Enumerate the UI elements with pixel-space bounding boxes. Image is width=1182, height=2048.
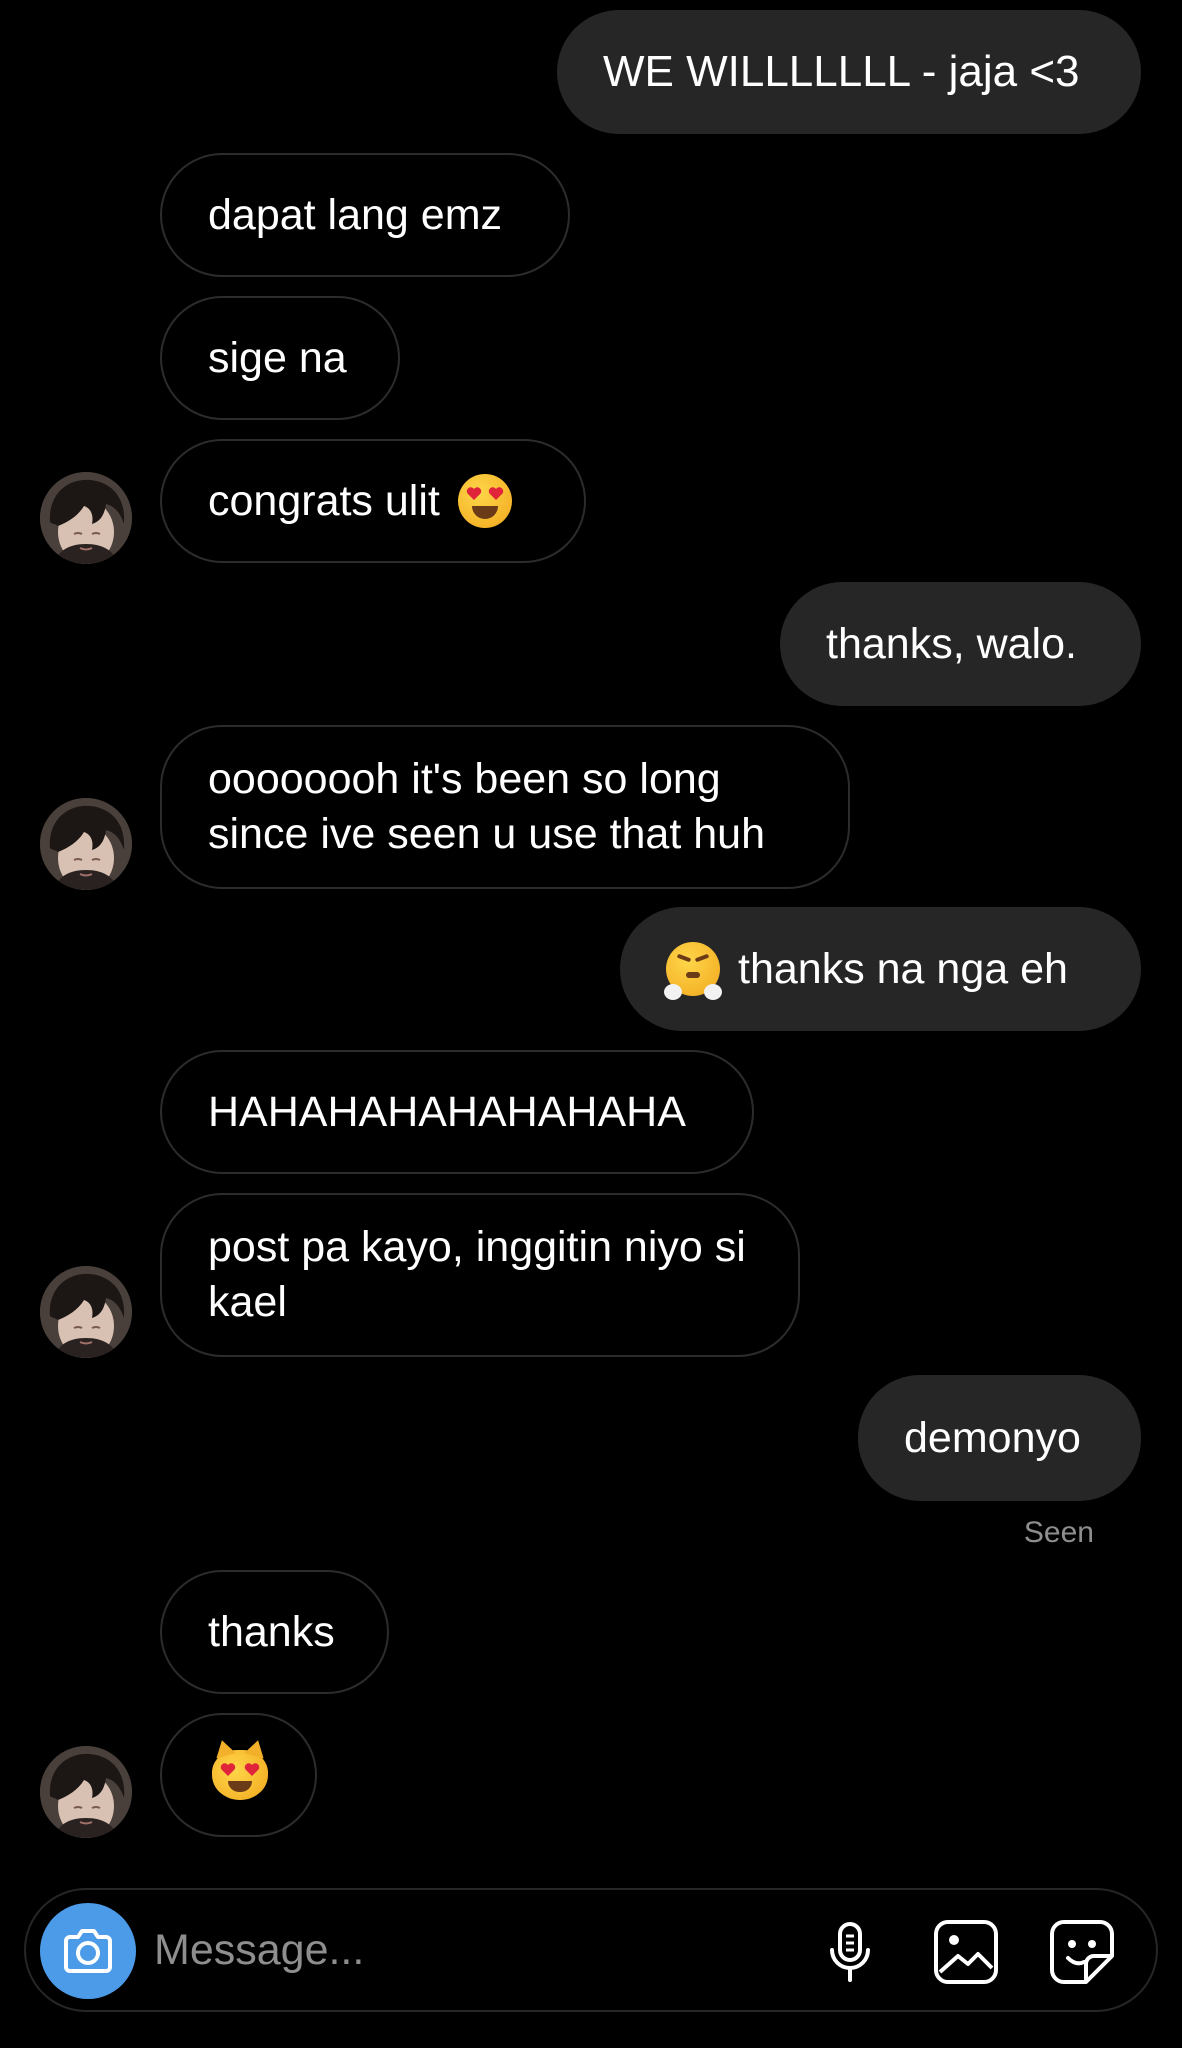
received-message[interactable]: thanks — [160, 1570, 389, 1694]
received-message[interactable]: HAHAHAHAHAHAHAHA — [160, 1050, 754, 1174]
message-text: sige na — [208, 334, 347, 382]
received-message[interactable]: dapat lang emz — [160, 153, 570, 277]
message-text: HAHAHAHAHAHAHAHA — [208, 1088, 686, 1136]
sticker-icon — [1050, 1920, 1114, 1984]
heart-eyes-cat-emoji-icon — [212, 1737, 268, 1800]
microphone-icon — [830, 1922, 870, 1982]
received-message[interactable]: oooooooh it's been so long since ive see… — [160, 725, 850, 889]
profile-photo — [40, 1746, 132, 1838]
avatar[interactable] — [40, 798, 132, 890]
message-text: post pa kayo, inggitin niyo si kael — [208, 1223, 746, 1326]
camera-button[interactable] — [40, 1903, 136, 1999]
message-text: oooooooh it's been so long since ive see… — [208, 755, 765, 858]
received-message[interactable] — [160, 1713, 317, 1837]
message-input[interactable] — [154, 1920, 634, 1980]
profile-photo — [40, 798, 132, 890]
avatar[interactable] — [40, 1266, 132, 1358]
seen-status: Seen — [1023, 1516, 1094, 1549]
message-text: demonyo — [904, 1414, 1081, 1462]
received-message[interactable]: congrats ulit — [160, 439, 586, 563]
sticker-button[interactable] — [1046, 1916, 1118, 1988]
received-message[interactable]: sige na — [160, 296, 400, 420]
avatar[interactable] — [40, 1746, 132, 1838]
message-thread[interactable]: WE WILLLLLLL - jaja <3 dapat lang emz si… — [0, 0, 1182, 1870]
gallery-button[interactable] — [930, 1916, 1002, 1988]
profile-photo — [40, 1266, 132, 1358]
message-text: dapat lang emz — [208, 191, 503, 239]
sent-message[interactable]: thanks na nga eh — [620, 907, 1141, 1031]
message-text: thanks na nga eh — [738, 945, 1068, 993]
sent-message[interactable]: thanks, walo. — [780, 582, 1141, 706]
gallery-icon — [934, 1920, 998, 1984]
message-text: congrats ulit — [208, 477, 440, 525]
camera-icon — [64, 1929, 112, 1973]
message-text: thanks, walo. — [826, 620, 1077, 668]
message-text: WE WILLLLLLL - jaja <3 — [603, 47, 1080, 96]
voice-message-button[interactable] — [814, 1916, 886, 1988]
message-text: thanks — [208, 1608, 335, 1656]
heart-eyes-emoji-icon — [457, 474, 512, 528]
sent-message[interactable]: WE WILLLLLLL - jaja <3 — [557, 10, 1141, 134]
profile-photo — [40, 472, 132, 564]
steam-face-emoji-icon — [664, 942, 722, 1000]
received-message[interactable]: post pa kayo, inggitin niyo si kael — [160, 1193, 800, 1357]
avatar[interactable] — [40, 472, 132, 564]
sent-message[interactable]: demonyo — [858, 1375, 1141, 1501]
message-composer — [24, 1888, 1158, 2012]
